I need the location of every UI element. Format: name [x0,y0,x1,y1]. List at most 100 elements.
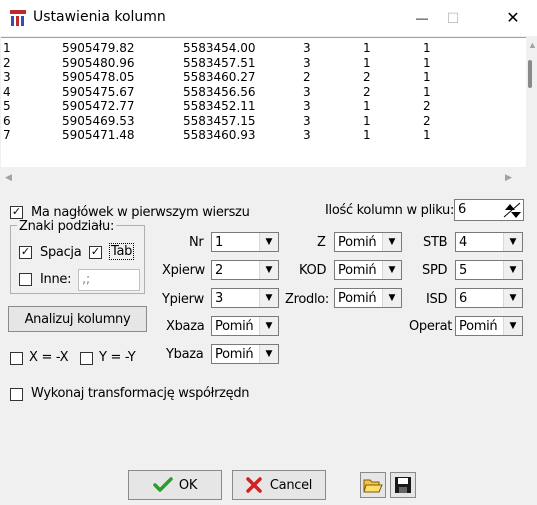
nr-select[interactable]: 1 ▼ [211,232,279,252]
checkmark-icon [153,477,173,492]
z-value: Pomiń [338,235,377,250]
spd-value: 5 [459,263,467,278]
xpierw-label: Xpierw [162,263,205,278]
table-cell: 5905472.77 [62,99,135,113]
zrodlo-label: Zrodlo: [285,292,330,307]
y-flip-checkbox[interactable] [80,352,93,365]
spin-icon[interactable] [502,201,522,219]
y-flip-label: Y = -Y [99,350,136,365]
chevron-down-icon: ▼ [503,261,522,279]
table-cell: 1 [423,70,431,84]
table-cell: 1 [423,55,431,70]
table-cell: 5583460.93 [183,128,256,142]
table-cell: 5 [3,99,11,113]
table-cell: 3 [303,99,311,113]
window-title: Ustawienia kolumn [33,9,166,25]
table-cell: 2 [303,70,311,84]
ypierw-label: Ypierw [162,292,204,307]
other-delimiter-input[interactable]: ,; [78,269,140,291]
table-cell: 5905471.48 [62,128,135,142]
scroll-left-icon[interactable]: ◀ [5,172,12,183]
open-file-button[interactable] [360,472,386,498]
app-icon [10,10,26,26]
other-checkbox[interactable] [19,273,32,286]
table-cell: 5583452.11 [183,99,256,113]
isd-select[interactable]: 6 ▼ [455,288,523,308]
table-cell: 4 [3,84,11,99]
space-checkbox[interactable]: ✓ [19,246,32,259]
column-count-label: Ilość kolumn w pliku: [325,203,455,218]
cancel-button[interactable]: Cancel [232,470,326,500]
chevron-down-icon: ▼ [259,233,278,251]
chevron-down-icon: ▼ [259,261,278,279]
table-cell: 5905469.53 [62,113,135,128]
analyze-columns-button[interactable]: Analizuj kolumny [8,306,147,332]
maximize-button[interactable]: ☐ [430,0,476,36]
xbaza-value: Pomiń [215,319,254,334]
table-cell: 5905478.05 [62,70,135,84]
tab-checkbox[interactable]: ✓ [89,246,102,259]
z-select[interactable]: Pomiń ▼ [334,232,402,252]
stb-label: STB [423,235,448,250]
stb-select[interactable]: 4 ▼ [455,232,523,252]
table-cell: 1 [363,41,371,55]
chevron-down-icon: ▼ [503,233,522,251]
chevron-down-icon: ▼ [382,261,401,279]
table-cell: 2 [363,70,371,84]
chevron-down-icon: ▼ [382,233,401,251]
save-file-button[interactable] [390,472,416,498]
kod-value: Pomiń [338,263,377,278]
tab-label: Tab [109,243,135,260]
isd-value: 6 [459,291,467,306]
table-cell: 2 [3,55,11,70]
spd-select[interactable]: 5 ▼ [455,260,523,280]
kod-select[interactable]: Pomiń ▼ [334,260,402,280]
cancel-x-icon [246,477,262,493]
table-cell: 3 [303,113,311,128]
close-button[interactable]: ✕ [490,0,536,36]
xbaza-select[interactable]: Pomiń ▼ [211,316,279,336]
delimiters-title: Znaki podziału: [17,219,117,234]
table-cell: 1 [3,41,11,55]
x-flip-checkbox[interactable] [10,352,23,365]
table-cell: 1 [363,55,371,70]
z-label: Z [317,235,326,250]
zrodlo-select[interactable]: Pomiń ▼ [334,288,402,308]
table-cell: 5583457.15 [183,113,256,128]
data-preview-table[interactable]: 1 5905479.82 5583454.00 3 1 1 2 5905480.96 55834… [1,37,526,168]
chevron-down-icon: ▼ [503,317,522,335]
table-cell: 5583460.27 [183,70,256,84]
ok-button[interactable]: OK [128,470,222,500]
cancel-label: Cancel [269,477,313,493]
header-checkbox[interactable]: ✓ [10,206,23,219]
horizontal-scrollbar[interactable] [1,167,526,187]
chevron-down-icon: ▼ [259,317,278,335]
operat-value: Pomiń [459,319,498,334]
scroll-right-icon[interactable]: ▶ [505,172,512,183]
table-cell: 1 [423,84,431,99]
xpierw-select[interactable]: 2 ▼ [211,260,279,280]
table-cell: 5905480.96 [62,55,135,70]
ok-label: OK [178,477,198,493]
zrodlo-value: Pomiń [338,291,377,306]
transform-checkbox[interactable] [10,388,23,401]
table-cell: 1 [363,113,371,128]
maximize-icon: ☐ [446,9,460,26]
isd-label: ISD [426,292,448,307]
ypierw-select[interactable]: 3 ▼ [211,288,279,308]
space-label: Spacja [40,245,82,260]
nr-value: 1 [215,235,223,250]
ybaza-value: Pomiń [215,347,254,362]
table-cell: 3 [3,70,11,84]
table-cell: 5905475.67 [62,84,135,99]
floppy-disk-icon [395,477,411,493]
vertical-scroll-thumb[interactable] [528,60,532,88]
table-cell: 1 [423,128,431,142]
vertical-scrollbar[interactable] [526,37,537,187]
other-label: Inne: [40,272,72,287]
table-cell: 3 [303,84,311,99]
column-count-spinner[interactable]: 6 [454,199,524,221]
operat-select[interactable]: Pomiń ▼ [455,316,523,336]
ybaza-select[interactable]: Pomiń ▼ [211,344,279,364]
scroll-up-icon[interactable]: ▲ [528,40,537,50]
